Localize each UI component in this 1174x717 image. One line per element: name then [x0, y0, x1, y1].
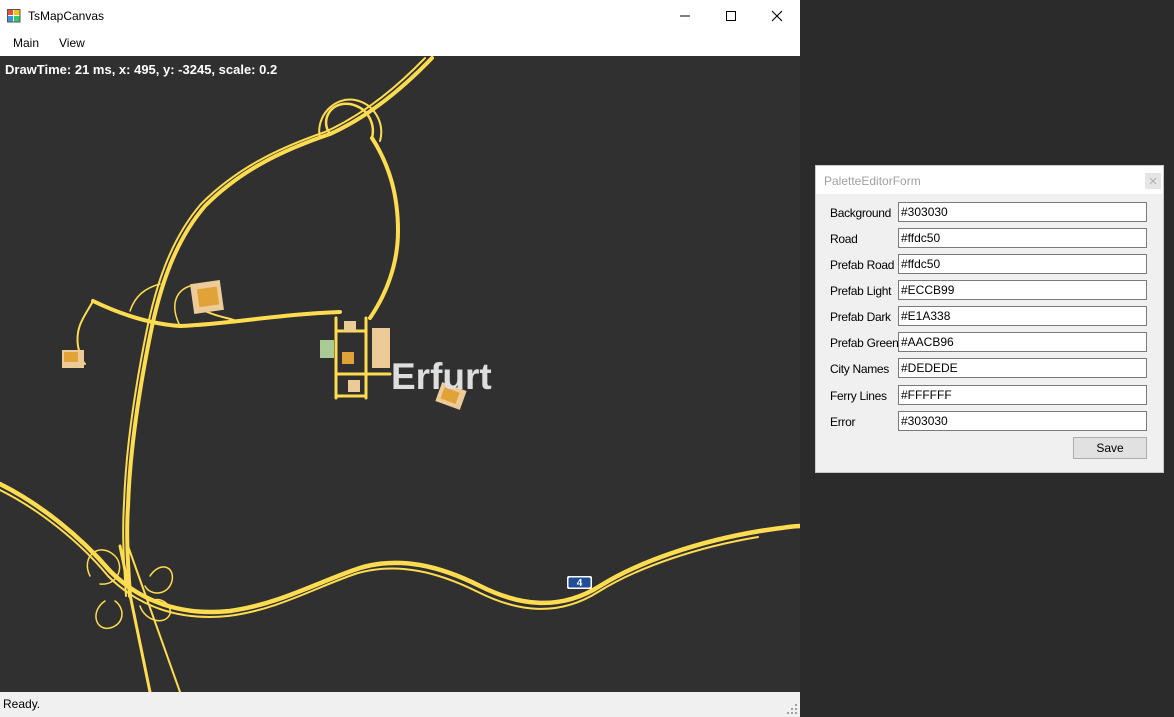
- road-bottom-highway-lane2: [0, 489, 759, 618]
- ferry-lines-label: Ferry Lines: [830, 389, 887, 403]
- error-label: Error: [830, 415, 856, 429]
- palette-row-road: Road: [816, 228, 1163, 250]
- status-bar: Ready.: [0, 692, 800, 717]
- prefab-green-input[interactable]: [898, 332, 1147, 352]
- close-icon: [1149, 177, 1157, 185]
- road-east-curve: [368, 136, 400, 320]
- error-input[interactable]: [898, 411, 1147, 431]
- close-icon: [771, 10, 783, 22]
- menu-main[interactable]: Main: [11, 36, 41, 50]
- road-clover-1: [86, 549, 121, 585]
- minimize-icon: [680, 15, 690, 17]
- palette-row-error: Error: [816, 411, 1163, 433]
- prefab-road-label: Prefab Road: [830, 258, 895, 272]
- prefab-road-input[interactable]: [898, 254, 1147, 274]
- close-button[interactable]: [754, 0, 800, 32]
- prefab-light-label: Prefab Light: [830, 284, 892, 298]
- prefab-dark-label: Prefab Dark: [830, 310, 891, 324]
- palette-row-ferry-lines: Ferry Lines: [816, 385, 1163, 407]
- road-clover-2: [144, 566, 174, 594]
- palette-title: PaletteEditorForm: [824, 174, 921, 188]
- main-window: TsMapCanvas Main View 4 DrawTime: 21 ms,…: [0, 0, 800, 717]
- save-button[interactable]: Save: [1073, 437, 1147, 459]
- ferry-lines-input[interactable]: [898, 385, 1147, 405]
- road-prefab-link: [204, 310, 239, 323]
- road-clover-3: [95, 600, 123, 629]
- palette-row-city-names: City Names: [816, 358, 1163, 380]
- city-names-input[interactable]: [898, 358, 1147, 378]
- palette-row-background: Background: [816, 202, 1163, 224]
- prefab-green-label: Prefab Green: [830, 336, 899, 350]
- palette-title-bar[interactable]: PaletteEditorForm: [816, 166, 1163, 194]
- palette-row-prefab-light: Prefab Light: [816, 280, 1163, 302]
- background-label: Background: [830, 206, 892, 220]
- prefab-dark-input[interactable]: [898, 306, 1147, 326]
- app-icon: [7, 9, 21, 23]
- draw-info-readout: DrawTime: 21 ms, x: 495, y: -3245, scale…: [5, 62, 278, 77]
- city-name-label: Erfurt: [391, 356, 492, 397]
- maximize-icon: [726, 11, 736, 21]
- background-input[interactable]: [898, 202, 1147, 222]
- menu-bar: Main View: [0, 32, 800, 56]
- palette-row-prefab-green: Prefab Green: [816, 332, 1163, 354]
- title-bar[interactable]: TsMapCanvas: [0, 0, 800, 32]
- palette-close-button[interactable]: [1145, 173, 1161, 189]
- road-input[interactable]: [898, 228, 1147, 248]
- palette-editor-window: PaletteEditorForm Background Road Prefab…: [815, 165, 1164, 473]
- route-shield-label: 4: [577, 578, 583, 589]
- minimize-button[interactable]: [662, 0, 708, 32]
- road-left-loop: [174, 285, 191, 327]
- prefab-light-input[interactable]: [898, 280, 1147, 300]
- route-shield: 4: [567, 576, 592, 589]
- road-label: Road: [830, 232, 858, 246]
- palette-row-prefab-dark: Prefab Dark: [816, 306, 1163, 328]
- map-canvas[interactable]: 4 DrawTime: 21 ms, x: 495, y: -3245, sca…: [0, 56, 800, 692]
- palette-row-prefab-road: Prefab Road: [816, 254, 1163, 276]
- maximize-button[interactable]: [708, 0, 754, 32]
- menu-view[interactable]: View: [57, 36, 87, 50]
- status-text: Ready.: [3, 697, 41, 711]
- city-names-label: City Names: [830, 362, 890, 376]
- window-title: TsMapCanvas: [28, 9, 105, 23]
- resize-grip-icon[interactable]: [786, 703, 798, 715]
